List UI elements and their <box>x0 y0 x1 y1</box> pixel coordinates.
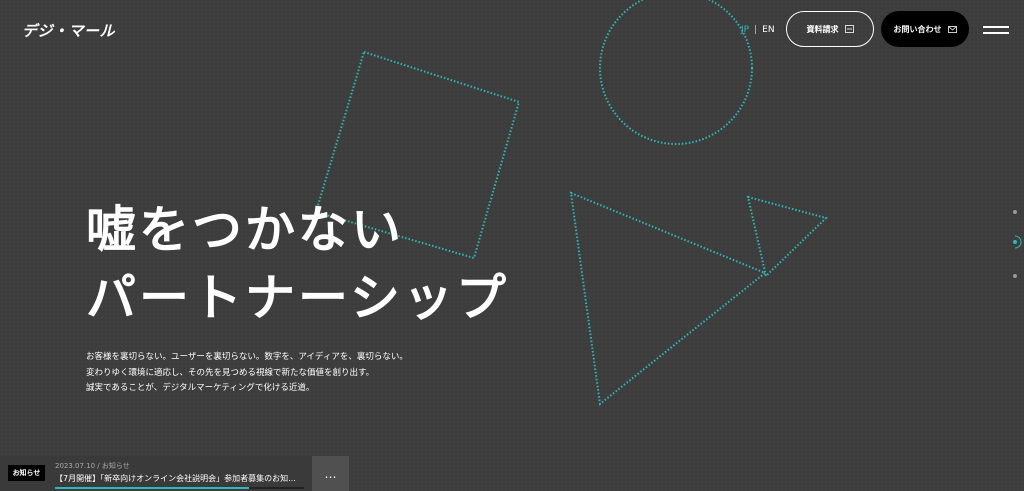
news-more-button[interactable]: … <box>312 456 349 491</box>
document-icon <box>844 25 854 33</box>
lang-jp-link[interactable]: JP <box>741 25 749 35</box>
lang-separator: | <box>754 25 758 35</box>
body-line-1: お客様を裏切らない。ユーザーを裏切らない。数字を、アイディアを、裏切らない。 <box>86 352 408 362</box>
slide-dot[interactable] <box>1013 274 1017 278</box>
request-docs-label: 資料請求 <box>806 24 839 34</box>
news-title-link[interactable]: 【7月開催】「新卒向けオンライン会社説明会」参加者募集のお知... <box>55 473 296 484</box>
triangle-shape-large <box>569 191 767 406</box>
contact-label: お問い合わせ <box>893 24 942 34</box>
slide-indicator <box>1009 206 1023 286</box>
headline-line-2: パートナーシップ <box>86 269 509 327</box>
news-meta: 2023.07.10 / お知らせ <box>55 462 130 470</box>
request-docs-button[interactable]: 資料請求 <box>786 11 874 47</box>
slide-dot-active[interactable] <box>1013 240 1017 244</box>
body-line-3: 誠実であることが、デジタルマーケティングで化ける近道。 <box>86 383 315 393</box>
news-label-badge: お知らせ <box>8 465 45 481</box>
hero-headline: 嘘をつかない パートナーシップ <box>86 196 509 332</box>
headline-line-1: 嘘をつかない <box>86 201 404 259</box>
lang-en-link[interactable]: EN <box>762 25 774 35</box>
menu-icon[interactable] <box>983 24 1009 36</box>
triangle-shape-small <box>746 195 828 278</box>
news-progress-bar <box>55 487 304 489</box>
body-line-2: 変わりゆく環境に適応し、その先を見つめる視線で新たな価値を創り出す。 <box>86 367 375 378</box>
mail-icon <box>947 25 957 33</box>
news-ticker[interactable]: お知らせ 2023.07.10 / お知らせ 【7月開催】「新卒向けオンライン会… <box>0 456 312 491</box>
hero-body-copy: お客様を裏切らない。ユーザーを裏切らない。数字を、アイディアを、裏切らない。 変… <box>86 350 408 397</box>
language-switcher: JP | EN <box>741 25 775 35</box>
news-progress-fill <box>55 487 250 489</box>
circle-shape <box>599 0 753 145</box>
contact-button[interactable]: お問い合わせ <box>881 11 969 47</box>
logo[interactable]: デジ・マール <box>22 20 115 41</box>
slide-dot[interactable] <box>1013 210 1017 214</box>
